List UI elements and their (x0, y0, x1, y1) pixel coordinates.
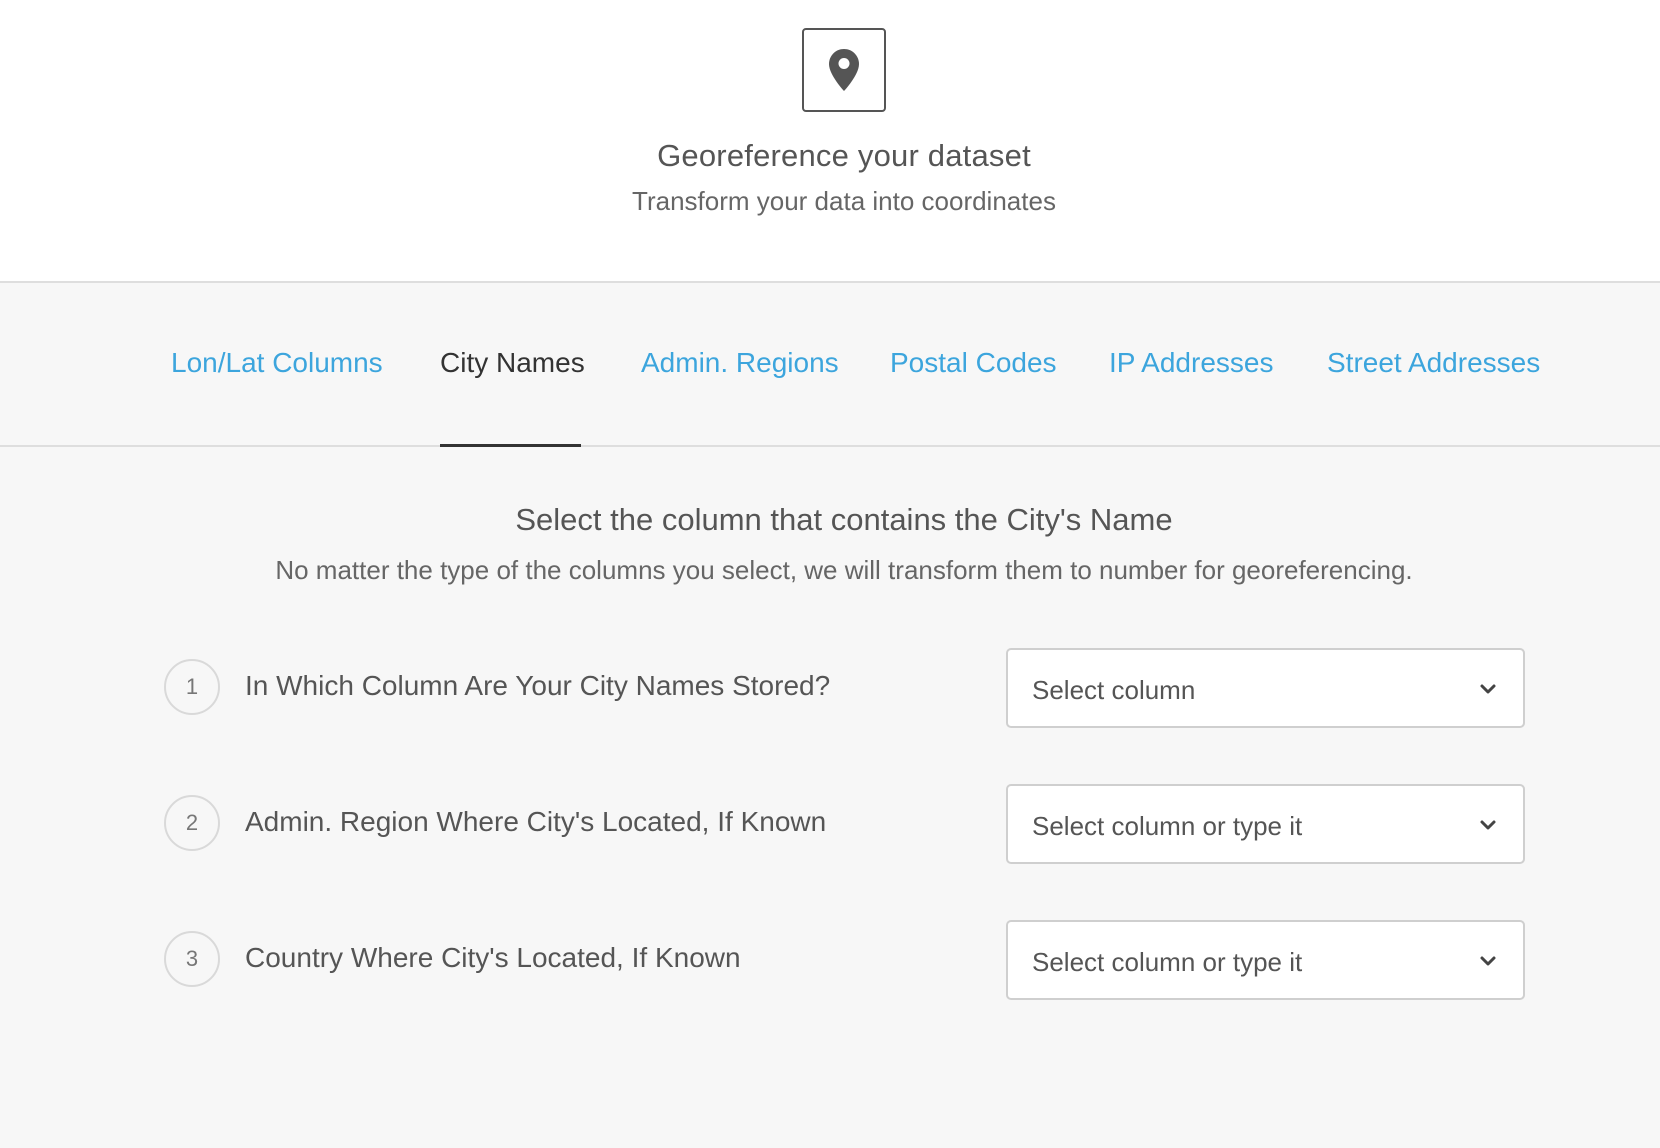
tab-lon-lat-columns[interactable]: Lon/Lat Columns (171, 347, 383, 379)
step-city-column: 1 In Which Column Are Your City Names St… (164, 648, 1525, 728)
tab-ip-addresses[interactable]: IP Addresses (1109, 347, 1273, 379)
tab-admin-regions[interactable]: Admin. Regions (641, 347, 839, 379)
page-subtitle: Transform your data into coordinates (632, 186, 1056, 216)
step-number: 3 (164, 931, 220, 987)
chevron-down-icon (1480, 684, 1496, 694)
country-select[interactable]: Select column or type it (1006, 920, 1525, 1000)
chevron-down-icon (1480, 956, 1496, 966)
map-pin-icon (802, 28, 886, 112)
city-column-select[interactable]: Select column (1006, 648, 1525, 728)
select-placeholder: Select column (1032, 675, 1196, 705)
step-label: Country Where City's Located, If Known (245, 942, 741, 973)
tab-bar: Lon/Lat Columns City Names Admin. Region… (0, 285, 1660, 447)
step-admin-region: 2 Admin. Region Where City's Located, If… (164, 784, 1525, 864)
step-country: 3 Country Where City's Located, If Known… (164, 920, 1525, 1000)
step-number: 1 (164, 659, 220, 715)
tab-street-addresses[interactable]: Street Addresses (1327, 347, 1540, 379)
page-title: Georeference your dataset (657, 138, 1031, 173)
tab-postal-codes[interactable]: Postal Codes (890, 347, 1057, 379)
section-description: No matter the type of the columns you se… (275, 555, 1413, 585)
section-title: Select the column that contains the City… (515, 502, 1173, 537)
chevron-down-icon (1480, 820, 1496, 830)
select-placeholder: Select column or type it (1032, 811, 1303, 841)
tab-city-names[interactable]: City Names (440, 347, 585, 379)
step-label: In Which Column Are Your City Names Stor… (245, 670, 831, 701)
header: Georeference your dataset Transform your… (0, 0, 1660, 283)
step-label: Admin. Region Where City's Located, If K… (245, 806, 827, 837)
step-number: 2 (164, 795, 220, 851)
admin-region-select[interactable]: Select column or type it (1006, 784, 1525, 864)
select-placeholder: Select column or type it (1032, 947, 1303, 977)
active-tab-indicator (440, 444, 581, 447)
